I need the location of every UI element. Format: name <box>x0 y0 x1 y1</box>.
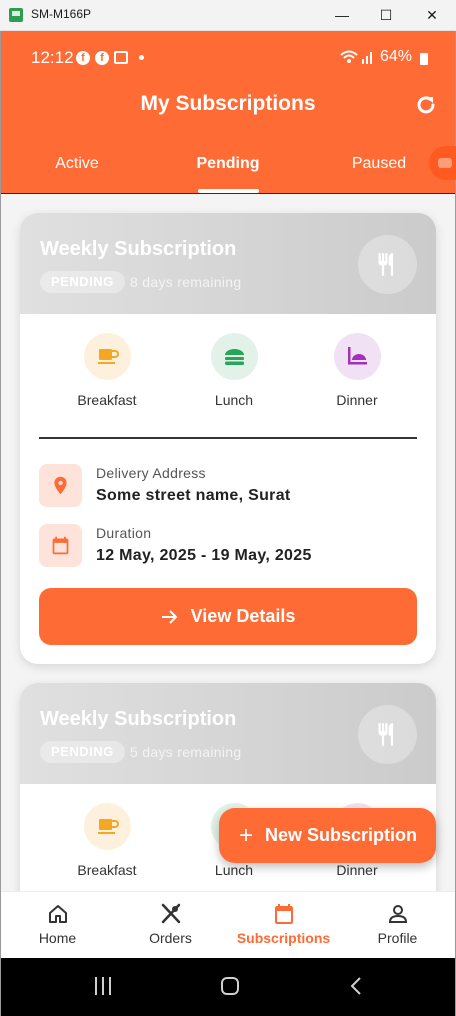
calendar-icon <box>274 904 293 924</box>
nav-subscriptions[interactable]: Subscriptions <box>227 902 340 946</box>
nav-profile[interactable]: Profile <box>341 902 454 946</box>
floating-video-bubble-icon[interactable] <box>429 146 456 180</box>
meal-lunch: Lunch <box>184 333 284 408</box>
tab-paused[interactable]: Paused <box>319 155 439 173</box>
nav-label: Home <box>38 930 77 946</box>
meal-breakfast: Breakfast <box>57 333 157 408</box>
maximize-button[interactable]: ☐ <box>372 4 400 26</box>
image-icon <box>114 51 128 64</box>
meal-label: Lunch <box>214 862 254 878</box>
home-icon <box>48 905 67 923</box>
back-icon[interactable] <box>349 976 363 996</box>
days-remaining: 8 days remaining <box>130 274 242 290</box>
battery-icon <box>420 53 428 65</box>
address-value: Some street name, Surat <box>96 487 291 504</box>
status-badge: PENDING <box>40 271 125 293</box>
new-subscription-button[interactable]: + New Subscription <box>219 808 436 863</box>
subscription-card: Weekly Subscription PENDING 8 days remai… <box>20 213 436 664</box>
nav-orders[interactable]: Orders <box>114 902 227 946</box>
notification-dot-icon <box>139 55 144 60</box>
restaurant-icon <box>358 235 417 294</box>
recent-apps-icon[interactable] <box>93 976 113 996</box>
days-remaining: 5 days remaining <box>130 744 242 760</box>
page-title: My Subscriptions <box>140 92 316 115</box>
tab-active[interactable]: Active <box>17 155 137 173</box>
view-details-label: View Details <box>190 606 296 626</box>
card-header: Weekly Subscription PENDING 8 days remai… <box>20 213 436 314</box>
dinner-tray-icon <box>333 333 381 380</box>
refresh-icon[interactable] <box>414 93 438 117</box>
duration-value: 12 May, 2025 - 19 May, 2025 <box>96 547 312 564</box>
restaurant-icon <box>358 705 417 764</box>
plus-icon: + <box>239 821 254 849</box>
window-title-bar: SM-M166P — ☐ ✕ <box>0 0 456 31</box>
minimize-button[interactable]: — <box>328 4 356 26</box>
divider <box>39 437 417 439</box>
wifi-signal-icon <box>340 50 372 64</box>
window-title: SM-M166P <box>31 7 92 21</box>
coffee-cup-icon <box>83 803 131 850</box>
status-time: 12:12 <box>31 48 74 67</box>
person-icon <box>388 905 407 923</box>
coffee-cup-icon <box>83 333 131 380</box>
facebook-icon: f <box>76 51 90 65</box>
meal-label: Lunch <box>214 392 254 408</box>
card-title: Weekly Subscription <box>40 708 237 730</box>
new-subscription-label: New Subscription <box>265 825 418 845</box>
system-navigation-bar <box>1 958 455 1016</box>
close-button[interactable]: ✕ <box>418 4 446 26</box>
nav-label: Subscriptions <box>236 930 331 946</box>
nav-home[interactable]: Home <box>1 902 114 946</box>
app-icon <box>9 8 23 22</box>
home-button-icon[interactable] <box>220 976 240 996</box>
location-pin-icon <box>39 464 82 507</box>
subscription-list[interactable]: Weekly Subscription PENDING 8 days remai… <box>1 194 455 891</box>
duration-label: Duration <box>96 525 152 541</box>
battery-level: 64% <box>380 48 413 65</box>
meal-label: Breakfast <box>77 862 137 878</box>
meal-label: Dinner <box>336 392 378 408</box>
burger-icon <box>210 333 258 380</box>
nav-label: Orders <box>149 930 192 946</box>
view-details-button[interactable]: View Details <box>39 588 417 645</box>
address-label: Delivery Address <box>96 465 206 481</box>
tab-indicator <box>198 189 259 193</box>
app-header: 12:12 f f 64% My Subscriptions Active Pe… <box>1 31 456 194</box>
meal-label: Breakfast <box>77 392 137 408</box>
tab-pending[interactable]: Pending <box>168 155 288 173</box>
card-header: Weekly Subscription PENDING 5 days remai… <box>20 683 436 784</box>
calendar-icon <box>39 524 82 567</box>
meal-dinner: Dinner <box>307 333 407 408</box>
bottom-navigation: Home Orders Subscriptions Profile <box>1 891 455 958</box>
nav-label: Profile <box>377 930 418 946</box>
meal-breakfast: Breakfast <box>57 803 157 878</box>
meal-label: Dinner <box>336 862 378 878</box>
fork-knife-icon <box>161 903 180 924</box>
facebook-icon: f <box>95 51 109 65</box>
arrow-right-icon <box>161 609 178 624</box>
status-badge: PENDING <box>40 741 125 763</box>
card-title: Weekly Subscription <box>40 238 237 260</box>
